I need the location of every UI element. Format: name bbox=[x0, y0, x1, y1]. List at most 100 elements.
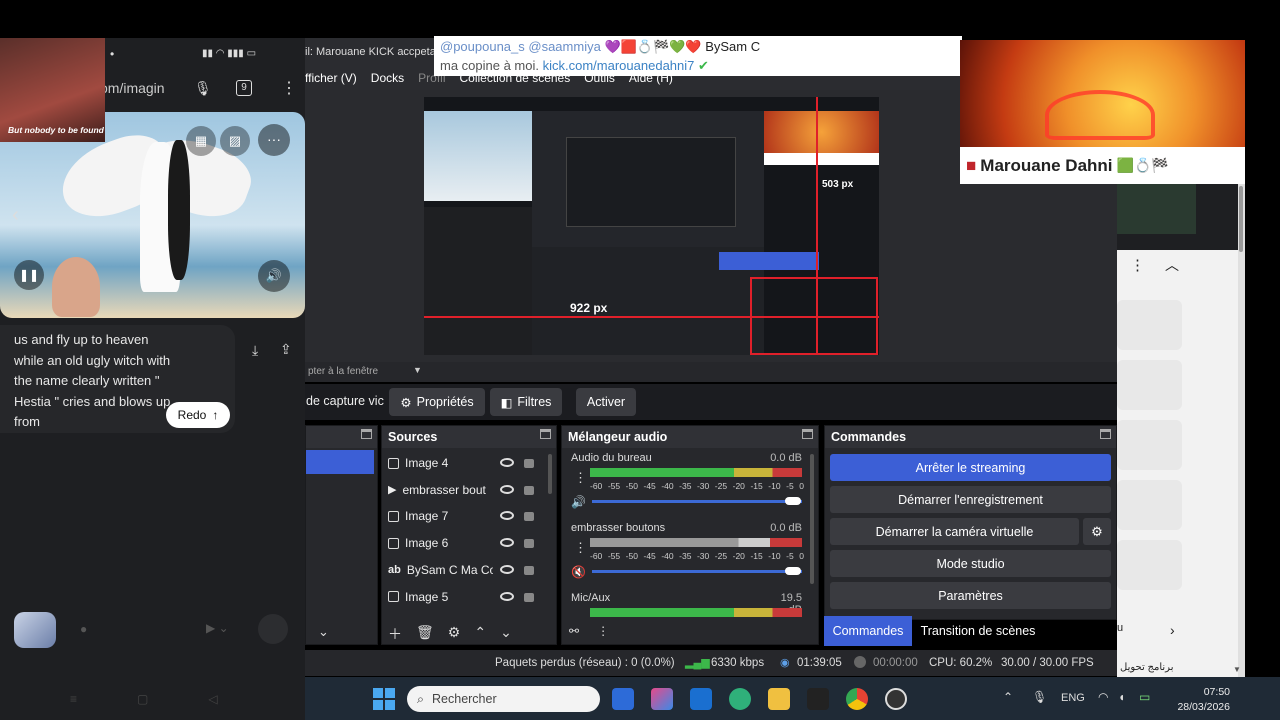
filters-button[interactable]: ◧ Filtres bbox=[490, 388, 562, 416]
lock-icon[interactable] bbox=[524, 592, 534, 602]
eye-icon[interactable] bbox=[500, 484, 514, 494]
lock-icon[interactable] bbox=[524, 512, 534, 522]
tray-mic-icon[interactable]: 🎙 bbox=[1032, 690, 1047, 704]
chevron-left-icon[interactable]: ‹ bbox=[12, 204, 19, 227]
lock-icon[interactable] bbox=[524, 565, 534, 575]
tick-label: -25 bbox=[714, 551, 728, 561]
menu-view[interactable]: fficher (V) bbox=[305, 71, 357, 85]
up-icon[interactable]: ⌃ bbox=[474, 624, 486, 644]
volume-knob[interactable] bbox=[785, 567, 801, 575]
volume-slider[interactable] bbox=[592, 500, 802, 503]
down-icon[interactable]: ⌄ bbox=[500, 624, 512, 644]
tray-chevron-icon[interactable]: ⌃ bbox=[1003, 690, 1013, 704]
volume-icon[interactable]: 🔊 bbox=[258, 260, 290, 292]
redo-button[interactable]: Redo ↑ bbox=[166, 402, 230, 428]
start-virtual-camera-button[interactable]: Démarrer la caméra virtuelle bbox=[830, 518, 1079, 545]
speaker-icon[interactable]: 🔊 bbox=[571, 495, 586, 509]
scene-selected[interactable] bbox=[306, 450, 374, 474]
popout-icon[interactable] bbox=[361, 429, 372, 439]
avatar[interactable] bbox=[14, 612, 56, 648]
volume-tray-icon[interactable]: ◖ bbox=[1118, 690, 1125, 704]
volume-slider[interactable] bbox=[592, 570, 802, 573]
send-icon[interactable]: ▶ ⌄ bbox=[206, 621, 229, 635]
more-vert-icon[interactable]: ⋮ bbox=[1130, 256, 1145, 274]
expand-button[interactable] bbox=[258, 614, 288, 644]
tab-commands[interactable]: Commandes bbox=[824, 616, 912, 646]
activate-button[interactable]: Activer bbox=[576, 388, 636, 416]
link-icon[interactable]: ⚯ bbox=[569, 624, 579, 638]
gear-icon[interactable]: ⚙ bbox=[448, 624, 461, 644]
nav-back-icon[interactable]: ◁ bbox=[208, 692, 217, 706]
chevron-down-icon[interactable]: ⌄ bbox=[318, 624, 329, 640]
nav-home-icon[interactable]: ▢ bbox=[137, 692, 148, 706]
film-icon[interactable]: ▦ bbox=[186, 126, 216, 156]
channel-menu-icon[interactable]: ⋮ bbox=[574, 540, 587, 556]
mic-icon[interactable]: 🎙 bbox=[194, 80, 212, 97]
download-icon[interactable]: ⤓ bbox=[252, 342, 258, 359]
start-recording-button[interactable]: Démarrer l'enregistrement bbox=[830, 486, 1111, 513]
more-icon[interactable]: ⋮ bbox=[597, 624, 609, 638]
add-icon[interactable]: ＋ bbox=[388, 624, 402, 644]
folder-icon[interactable] bbox=[768, 688, 790, 710]
chevron-right-icon[interactable]: › bbox=[1170, 622, 1175, 638]
eye-icon[interactable] bbox=[500, 591, 514, 601]
tab-scene-transitions[interactable]: Transition de scènes bbox=[918, 616, 1038, 646]
popout-icon[interactable] bbox=[802, 429, 813, 439]
trash-icon[interactable]: 🗑 bbox=[416, 624, 434, 644]
lock-icon[interactable] bbox=[524, 459, 534, 468]
source-label: Image 6 bbox=[405, 536, 449, 551]
wifi-icon[interactable]: ◠ bbox=[1098, 690, 1108, 704]
tick-label: -60 bbox=[590, 481, 603, 491]
tick-label: -10 bbox=[768, 551, 781, 561]
fit-window-bar[interactable]: pter à la fenêtre bbox=[305, 362, 1117, 382]
lock-icon[interactable] bbox=[524, 539, 534, 549]
mic-small-icon[interactable]: ● bbox=[80, 622, 87, 636]
popout-icon[interactable] bbox=[540, 429, 551, 439]
chevron-up-icon[interactable]: ︿ bbox=[1165, 255, 1179, 275]
edge-icon[interactable] bbox=[729, 688, 751, 710]
eye-icon[interactable] bbox=[500, 564, 514, 574]
battery-icon[interactable]: ▭ bbox=[1139, 690, 1150, 704]
settings-button[interactable]: Paramètres bbox=[830, 582, 1111, 609]
eye-icon[interactable] bbox=[500, 458, 514, 467]
more-icon[interactable]: ⋮ bbox=[281, 78, 297, 98]
obs-preview-canvas[interactable]: 503 px 922 px bbox=[424, 97, 879, 355]
nav-menu-icon[interactable]: ≡ bbox=[70, 692, 77, 706]
streamer-name: Marouane Dahni bbox=[980, 155, 1113, 175]
popout-icon[interactable] bbox=[1100, 429, 1111, 439]
volume-knob[interactable] bbox=[785, 497, 801, 505]
clock[interactable]: 07:50 28/03/2026 bbox=[1170, 685, 1230, 715]
pause-icon[interactable]: ❚❚ bbox=[14, 260, 44, 290]
taskbar-search[interactable]: ⌕ Rechercher bbox=[407, 686, 600, 712]
menu-docks[interactable]: Docks bbox=[371, 71, 404, 85]
lock-icon[interactable] bbox=[524, 485, 534, 495]
channel-menu-icon[interactable]: ⋮ bbox=[574, 470, 587, 486]
virtual-camera-gear-icon[interactable]: ⚙ bbox=[1083, 518, 1111, 545]
studio-mode-button[interactable]: Mode studio bbox=[830, 550, 1111, 577]
windows-start-icon[interactable] bbox=[373, 688, 395, 710]
app-icon-1[interactable] bbox=[612, 688, 634, 710]
dropdown-arrow-icon[interactable]: ▼ bbox=[413, 365, 422, 375]
obs-icon[interactable] bbox=[885, 688, 907, 710]
properties-label: Propriétés bbox=[416, 395, 474, 409]
more-options-icon[interactable]: ··· bbox=[258, 124, 290, 156]
phone-nav-bar: ≡ ▢ ◁ bbox=[70, 692, 218, 706]
scroll-down-icon[interactable]: ▼ bbox=[1233, 665, 1241, 674]
copilot-icon[interactable] bbox=[651, 688, 673, 710]
chat-link[interactable]: kick.com/marouanedahni7 bbox=[543, 58, 695, 73]
chrome-icon[interactable] bbox=[846, 688, 868, 710]
image-icon[interactable]: ▨ bbox=[220, 126, 250, 156]
outlook-icon[interactable] bbox=[690, 688, 712, 710]
tabs-count-icon[interactable]: 9 bbox=[236, 80, 252, 96]
share-icon[interactable]: ⇪ bbox=[280, 341, 292, 358]
webcam-thumbnail: But nobody to be found bbox=[0, 38, 105, 142]
audio-app-icon[interactable] bbox=[807, 688, 829, 710]
stop-streaming-button[interactable]: Arrêter le streaming bbox=[830, 454, 1111, 481]
properties-button[interactable]: ⚙ Propriétés bbox=[389, 388, 485, 416]
sources-scrollbar[interactable] bbox=[548, 454, 552, 494]
tick-label: -55 bbox=[607, 481, 621, 491]
right-scrollbar[interactable] bbox=[1239, 186, 1243, 252]
muted-speaker-icon[interactable]: 🔇 bbox=[571, 565, 586, 579]
language-indicator[interactable]: ENG bbox=[1061, 692, 1085, 704]
mixer-scrollbar[interactable] bbox=[810, 454, 814, 584]
